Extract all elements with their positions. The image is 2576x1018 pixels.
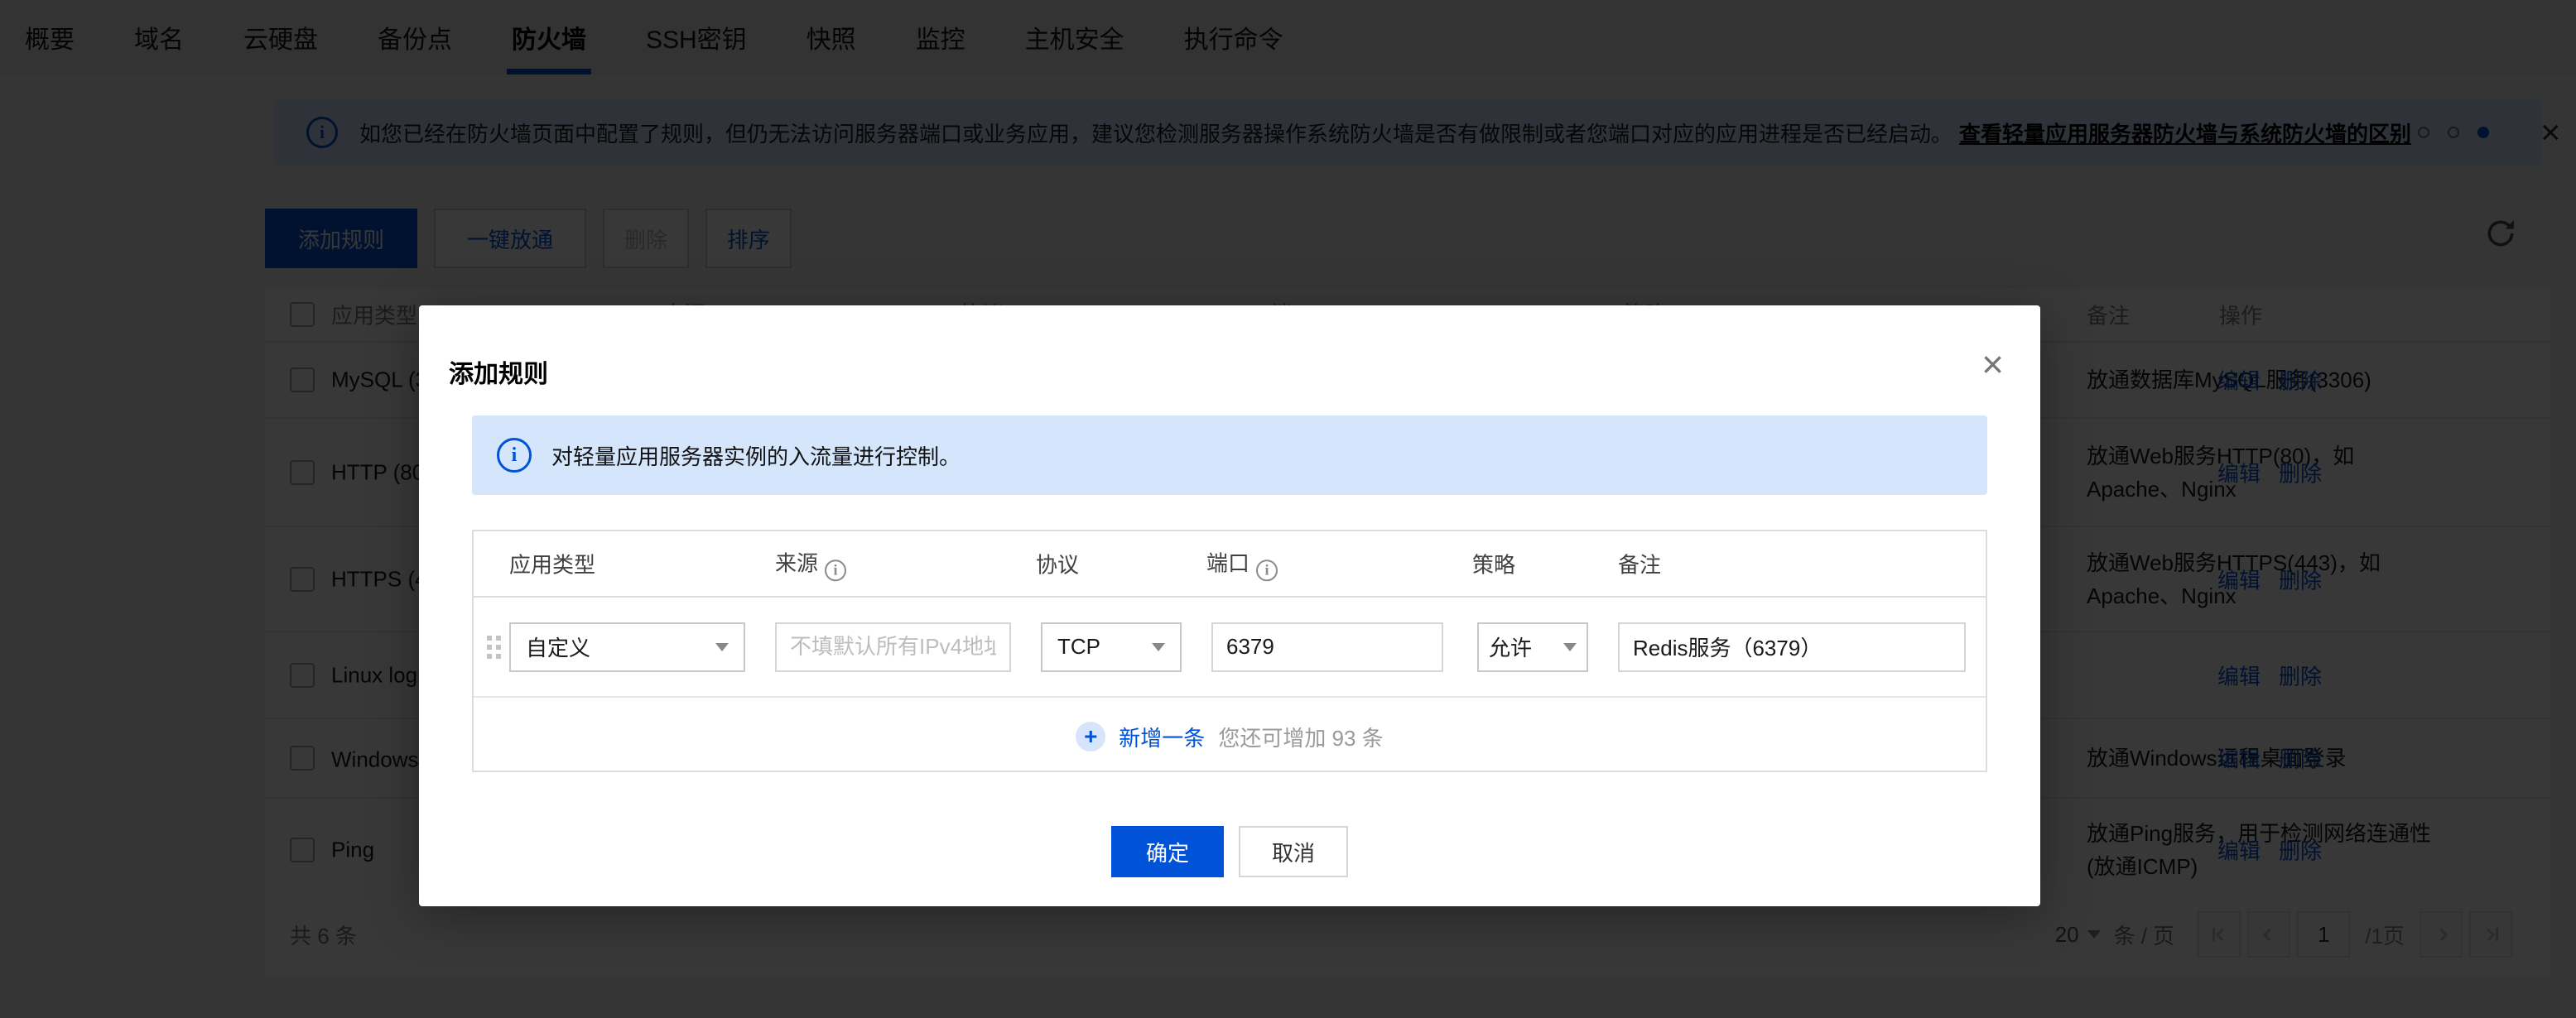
port-info-icon[interactable]: i: [1256, 559, 1278, 581]
port-input[interactable]: [1211, 622, 1443, 672]
remark-input[interactable]: [1618, 622, 1966, 672]
info-icon: i: [497, 438, 532, 473]
dialog-close-icon[interactable]: ×: [1981, 345, 2004, 383]
confirm-button[interactable]: 确定: [1111, 826, 1224, 877]
form-col-port: 端口 i: [1206, 546, 1278, 581]
chevron-down-icon: [1152, 642, 1165, 651]
form-col-protocol: 协议: [1036, 552, 1080, 578]
remaining-quota-hint: 您还可增加 93 条: [1218, 725, 1384, 751]
form-col-policy: 策略: [1472, 552, 1516, 578]
protocol-select[interactable]: TCP: [1041, 622, 1182, 672]
dialog-title: 添加规则: [449, 361, 548, 388]
plus-icon[interactable]: +: [1076, 722, 1106, 751]
form-header-row: 应用类型 来源 i 协议 端口 i 策略 备注: [474, 531, 1986, 598]
source-input[interactable]: [775, 622, 1011, 672]
form-col-app-type: 应用类型: [509, 552, 596, 578]
cancel-button[interactable]: 取消: [1239, 826, 1348, 877]
policy-select[interactable]: 允许: [1477, 622, 1588, 672]
firewall-page: 概要 域名 云硬盘 备份点 防火墙 SSH密钥 快照 监控 主机安全 执行命令 …: [0, 0, 2576, 1018]
chevron-down-icon: [715, 642, 729, 651]
rule-form-table: 应用类型 来源i 协议 端口i 策略 备注 自定义 TCP 允许: [472, 530, 1987, 772]
add-rule-dialog: 添加规则 × i 对轻量应用服务器实例的入流量进行控制。 应用类型 来源 i 协议…: [419, 305, 2040, 906]
chevron-down-icon: [1563, 642, 1577, 651]
form-col-source: 来源 i: [775, 546, 847, 581]
app-type-select[interactable]: 自定义: [509, 622, 745, 672]
source-info-icon[interactable]: i: [825, 559, 847, 581]
rule-form-row: 自定义 TCP 允许: [474, 598, 1986, 698]
dialog-notice-text: 对轻量应用服务器实例的入流量进行控制。: [551, 444, 961, 469]
dialog-notice-banner: i 对轻量应用服务器实例的入流量进行控制。: [472, 415, 1987, 495]
form-col-remark: 备注: [1618, 552, 1662, 578]
drag-handle-icon[interactable]: [487, 635, 492, 641]
add-one-more-button[interactable]: 新增一条: [1119, 722, 1205, 752]
dialog-footer-buttons: 确定 取消: [419, 826, 2040, 877]
add-row-area: + 新增一条 您还可增加 93 条: [474, 698, 1986, 776]
